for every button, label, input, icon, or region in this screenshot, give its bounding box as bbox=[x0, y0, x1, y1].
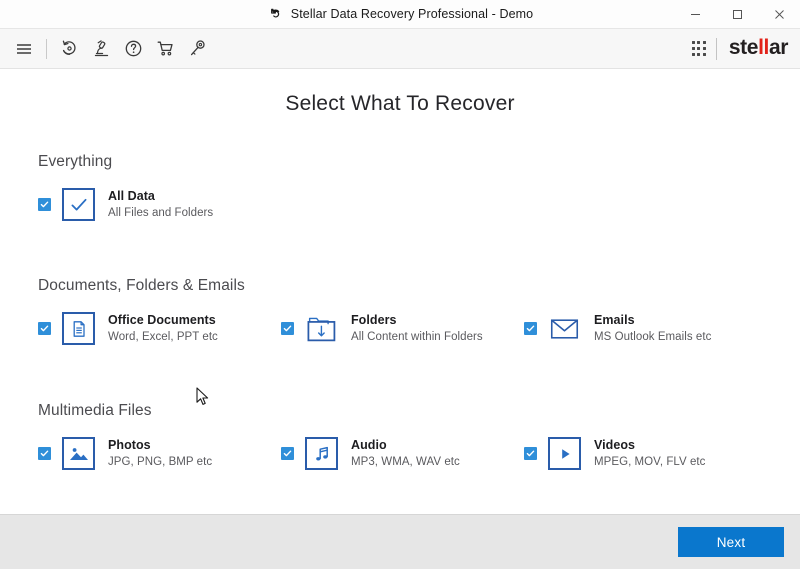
option-title: Folders bbox=[351, 313, 397, 327]
section-documents: Documents, Folders & Emails Office Docum… bbox=[0, 277, 800, 345]
checkbox-videos[interactable] bbox=[524, 447, 537, 460]
checkbox-folders[interactable] bbox=[281, 322, 294, 335]
menu-icon[interactable] bbox=[8, 33, 40, 65]
option-videos[interactable]: Videos MPEG, MOV, FLV etc bbox=[524, 437, 767, 470]
option-text-audio: Audio MP3, WMA, WAV etc bbox=[351, 437, 460, 470]
cart-icon[interactable] bbox=[149, 33, 181, 65]
application-window: Stellar Data Recovery Professional - Dem… bbox=[0, 0, 800, 569]
checkbox-photos[interactable] bbox=[38, 447, 51, 460]
checkbox-audio[interactable] bbox=[281, 447, 294, 460]
window-controls bbox=[674, 0, 800, 28]
option-subtitle: All Files and Folders bbox=[108, 207, 214, 219]
page-title: Select What To Recover bbox=[285, 92, 515, 115]
option-photos[interactable]: Photos JPG, PNG, BMP etc bbox=[38, 437, 281, 470]
grid-dots-icon[interactable] bbox=[691, 41, 706, 56]
section-heading-everything: Everything bbox=[38, 153, 113, 170]
main-content: Select What To Recover Everything All Da… bbox=[0, 69, 800, 514]
option-subtitle: MS Outlook Emails etc bbox=[594, 331, 712, 343]
options-row-multimedia: Photos JPG, PNG, BMP etc Audio MP3, WMA,… bbox=[38, 437, 800, 470]
option-text-photos: Photos JPG, PNG, BMP etc bbox=[108, 437, 212, 470]
next-button[interactable]: Next bbox=[678, 527, 784, 557]
logo-prefix: ste bbox=[728, 36, 759, 59]
logo-suffix: ar bbox=[768, 36, 788, 59]
option-subtitle: MPEG, MOV, FLV etc bbox=[594, 456, 706, 468]
option-title: Photos bbox=[108, 438, 151, 452]
recovery-arrow-icon bbox=[267, 6, 283, 22]
brand-divider bbox=[715, 37, 717, 60]
option-text-emails: Emails MS Outlook Emails etc bbox=[594, 312, 711, 345]
section-multimedia: Multimedia Files Photos JPG, PNG, BMP et… bbox=[0, 402, 800, 470]
window-title: Stellar Data Recovery Professional - Dem… bbox=[290, 7, 534, 21]
option-text-folders: Folders All Content within Folders bbox=[351, 312, 483, 345]
checkbox-office-documents[interactable] bbox=[38, 322, 51, 335]
maximize-button[interactable] bbox=[716, 0, 758, 28]
photo-icon[interactable] bbox=[62, 437, 95, 470]
option-office-documents[interactable]: Office Documents Word, Excel, PPT etc bbox=[38, 312, 281, 345]
folder-download-icon[interactable] bbox=[305, 312, 338, 345]
options-row-documents: Office Documents Word, Excel, PPT etc Fo… bbox=[38, 312, 800, 345]
logo-highlight: ll bbox=[758, 36, 769, 59]
recovery-history-icon[interactable] bbox=[53, 33, 85, 65]
option-audio[interactable]: Audio MP3, WMA, WAV etc bbox=[281, 437, 524, 470]
microscope-icon[interactable] bbox=[85, 33, 117, 65]
section-heading-documents: Documents, Folders & Emails bbox=[38, 277, 245, 294]
checkbox-all-data[interactable] bbox=[38, 198, 51, 211]
close-button[interactable] bbox=[758, 0, 800, 28]
checkbox-emails[interactable] bbox=[524, 322, 537, 335]
brand-area: stellar bbox=[691, 37, 800, 60]
play-icon[interactable] bbox=[548, 437, 581, 470]
title-bar: Stellar Data Recovery Professional - Dem… bbox=[0, 0, 800, 29]
stellar-logo: stellar bbox=[729, 37, 788, 58]
key-icon[interactable] bbox=[181, 33, 213, 65]
option-all-data[interactable]: All Data All Files and Folders bbox=[38, 188, 281, 221]
option-emails[interactable]: Emails MS Outlook Emails etc bbox=[524, 312, 767, 345]
document-icon[interactable] bbox=[62, 312, 95, 345]
option-text-all-data: All Data All Files and Folders bbox=[108, 188, 213, 221]
option-subtitle: Word, Excel, PPT etc bbox=[108, 331, 218, 343]
music-note-icon[interactable] bbox=[305, 437, 338, 470]
options-row-everything: All Data All Files and Folders bbox=[38, 188, 800, 221]
section-heading-multimedia: Multimedia Files bbox=[38, 402, 152, 419]
option-subtitle: MP3, WMA, WAV etc bbox=[351, 456, 460, 468]
envelope-icon[interactable] bbox=[548, 312, 581, 345]
option-title: Videos bbox=[594, 438, 636, 452]
option-text-videos: Videos MPEG, MOV, FLV etc bbox=[594, 437, 705, 470]
toolbar: stellar bbox=[0, 29, 800, 69]
minimize-button[interactable] bbox=[674, 0, 716, 28]
help-icon[interactable] bbox=[117, 33, 149, 65]
option-subtitle: All Content within Folders bbox=[351, 331, 483, 343]
option-title: Audio bbox=[351, 438, 387, 452]
check-icon[interactable] bbox=[62, 188, 95, 221]
option-folders[interactable]: Folders All Content within Folders bbox=[281, 312, 524, 345]
section-everything: Everything All Data All Files and Folder… bbox=[0, 153, 800, 221]
title-bar-center: Stellar Data Recovery Professional - Dem… bbox=[267, 6, 533, 22]
option-title: All Data bbox=[108, 189, 155, 203]
option-subtitle: JPG, PNG, BMP etc bbox=[108, 456, 213, 468]
footer-bar: Next bbox=[0, 514, 800, 569]
option-text-office-documents: Office Documents Word, Excel, PPT etc bbox=[108, 312, 218, 345]
option-title: Office Documents bbox=[108, 313, 216, 327]
toolbar-left-group bbox=[8, 33, 213, 65]
toolbar-divider bbox=[46, 38, 47, 59]
option-title: Emails bbox=[594, 313, 635, 327]
